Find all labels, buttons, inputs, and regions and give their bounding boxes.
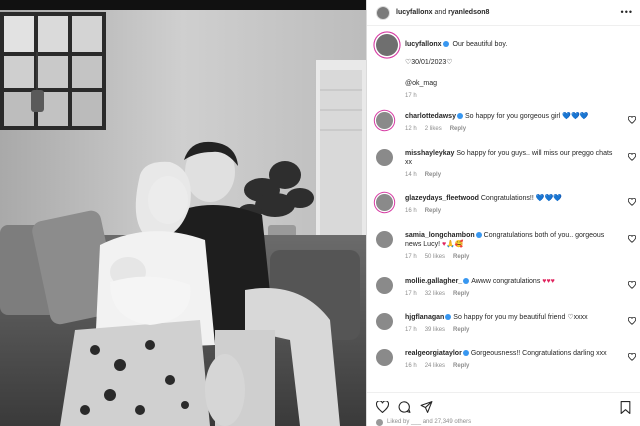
comment-meta: 12 h 2 likes Reply [405, 125, 620, 134]
caption-timestamp: 17 h [405, 93, 417, 99]
more-options-icon[interactable]: ••• [621, 8, 633, 17]
comment-timestamp: 17 h [405, 291, 417, 297]
comment-meta: 16 h Reply [405, 207, 620, 216]
comment-text: Congratulations!! [480, 195, 534, 202]
comment-emoji: 💙💙💙 [535, 195, 562, 202]
reply-button[interactable]: Reply [453, 363, 469, 369]
comment-meta: 17 h 32 likes Reply [405, 290, 620, 299]
comment-meta: 17 h 39 likes Reply [405, 326, 620, 335]
comment-timestamp: 12 h [405, 126, 417, 132]
author-username[interactable]: lucyfallonx [396, 9, 433, 16]
comment-text: So happy for you my beautiful friend [453, 314, 566, 321]
commenter-avatar[interactable] [376, 194, 393, 211]
post-header: lucyfallonx and ryanledson8 ••• [367, 0, 640, 26]
comment-text: Gorgeousness!! Congratulations darling x… [470, 350, 607, 357]
verified-badge-icon [463, 277, 470, 284]
comment-body: realgeorgiataylor Gorgeousness!! Congratu… [405, 349, 620, 371]
comment-emoji: 💙💙💙 [562, 113, 589, 120]
comment-like-heart-icon[interactable] [628, 235, 636, 243]
commenter-username[interactable]: glazeydays_fleetwood [405, 195, 479, 202]
comment-body: misshayleykay So happy for you guys.. wi… [405, 149, 620, 180]
reply-button[interactable]: Reply [425, 208, 441, 214]
share-icon[interactable] [420, 401, 433, 413]
bookmark-icon[interactable] [620, 401, 631, 414]
caption-avatar[interactable] [376, 34, 398, 56]
comment-like-count[interactable]: 39 likes [425, 327, 445, 333]
reply-button[interactable]: Reply [453, 291, 469, 297]
photo-image [0, 0, 366, 426]
comment-body: hjgflanagan So happy for you my beautiful… [405, 313, 620, 335]
commenter-username[interactable]: hjgflanagan [405, 314, 444, 321]
action-bar [367, 392, 640, 418]
commenter-username[interactable]: misshayleykay [405, 150, 454, 157]
comment-like-count[interactable]: 32 likes [425, 291, 445, 297]
commenter-avatar[interactable] [376, 349, 393, 366]
post-authors: lucyfallonx and ryanledson8 [396, 9, 489, 16]
comment-like-heart-icon[interactable] [628, 317, 636, 325]
comment-timestamp: 14 h [405, 172, 417, 178]
comment-like-count[interactable]: 2 likes [425, 126, 442, 132]
commenter-avatar[interactable] [376, 277, 393, 294]
comment-like-heart-icon[interactable] [628, 281, 636, 289]
verified-badge-icon [442, 40, 449, 47]
commenter-username[interactable]: realgeorgiataylor [405, 350, 462, 357]
like-heart-icon[interactable] [376, 401, 389, 413]
commenter-avatar[interactable] [376, 231, 393, 248]
liker-avatar [376, 418, 383, 426]
comment-emoji: ♡xxxx [567, 314, 588, 321]
commenter-avatar[interactable] [376, 149, 393, 166]
comment-text: So happy for you gorgeous girl [464, 113, 561, 120]
post-photo[interactable] [0, 0, 366, 426]
commenter-username[interactable]: samia_longchambon [405, 232, 475, 239]
author-avatar[interactable] [376, 5, 390, 20]
comment-meta: 16 h 24 likes Reply [405, 362, 620, 371]
verified-badge-icon [475, 231, 482, 238]
comment-like-heart-icon[interactable] [628, 353, 636, 361]
comment-meta: 17 h 50 likes Reply [405, 253, 620, 262]
comment-emoji: ♥♥♥ [542, 278, 555, 285]
comment-like-count[interactable]: 50 likes [425, 254, 445, 260]
comment-body: charlottedawsy So happy for you gorgeous … [405, 112, 620, 134]
caption-username[interactable]: lucyfallonx [405, 41, 442, 48]
commenter-avatar[interactable] [376, 112, 393, 129]
comment-text: Awww congratulations [471, 278, 541, 285]
comment-timestamp: 16 h [405, 208, 417, 214]
caption-text: lucyfallonx Our beautiful boy. [405, 40, 630, 49]
caption-date-line: ♡30/01/2023♡ [405, 59, 453, 66]
likes-summary[interactable]: Liked by ___ and 27,349 others [376, 418, 471, 426]
commenter-username[interactable]: mollie.gallagher_ [405, 278, 462, 285]
collaborator-username[interactable]: ryanledson8 [448, 9, 489, 16]
comment-emoji: ♥🙏🥰 [441, 241, 464, 248]
caption-body: Our beautiful boy. [452, 41, 508, 48]
authors-connector: and [434, 9, 447, 16]
verified-badge-icon [445, 313, 452, 320]
comment-like-heart-icon[interactable] [628, 198, 636, 206]
commenter-username[interactable]: charlottedawsy [405, 113, 456, 120]
verified-badge-icon [462, 349, 469, 356]
verified-badge-icon [456, 112, 463, 119]
comment-like-count[interactable]: 24 likes [425, 363, 445, 369]
comment-body: glazeydays_fleetwood Congratulations!! 💙… [405, 194, 620, 216]
reply-button[interactable]: Reply [453, 327, 469, 333]
reply-button[interactable]: Reply [453, 254, 469, 260]
caption-tag[interactable]: @ok_mag [405, 80, 437, 87]
commenter-avatar[interactable] [376, 313, 393, 330]
comment-timestamp: 17 h [405, 254, 417, 260]
comment-body: samia_longchambon Congratulations both of… [405, 231, 620, 262]
comment-like-heart-icon[interactable] [628, 153, 636, 161]
post-detail-panel: lucyfallonx and ryanledson8 ••• lucyfall… [366, 0, 640, 426]
reply-button[interactable]: Reply [425, 172, 441, 178]
comment-body: mollie.gallagher_ Awww congratulations ♥♥… [405, 277, 620, 299]
likes-text: Liked by ___ and 27,349 others [387, 419, 472, 425]
comment-timestamp: 17 h [405, 327, 417, 333]
comment-meta: 14 h Reply [405, 171, 620, 180]
comment-icon[interactable] [398, 401, 411, 413]
comment-like-heart-icon[interactable] [628, 116, 636, 124]
comment-timestamp: 16 h [405, 363, 417, 369]
reply-button[interactable]: Reply [450, 126, 466, 132]
